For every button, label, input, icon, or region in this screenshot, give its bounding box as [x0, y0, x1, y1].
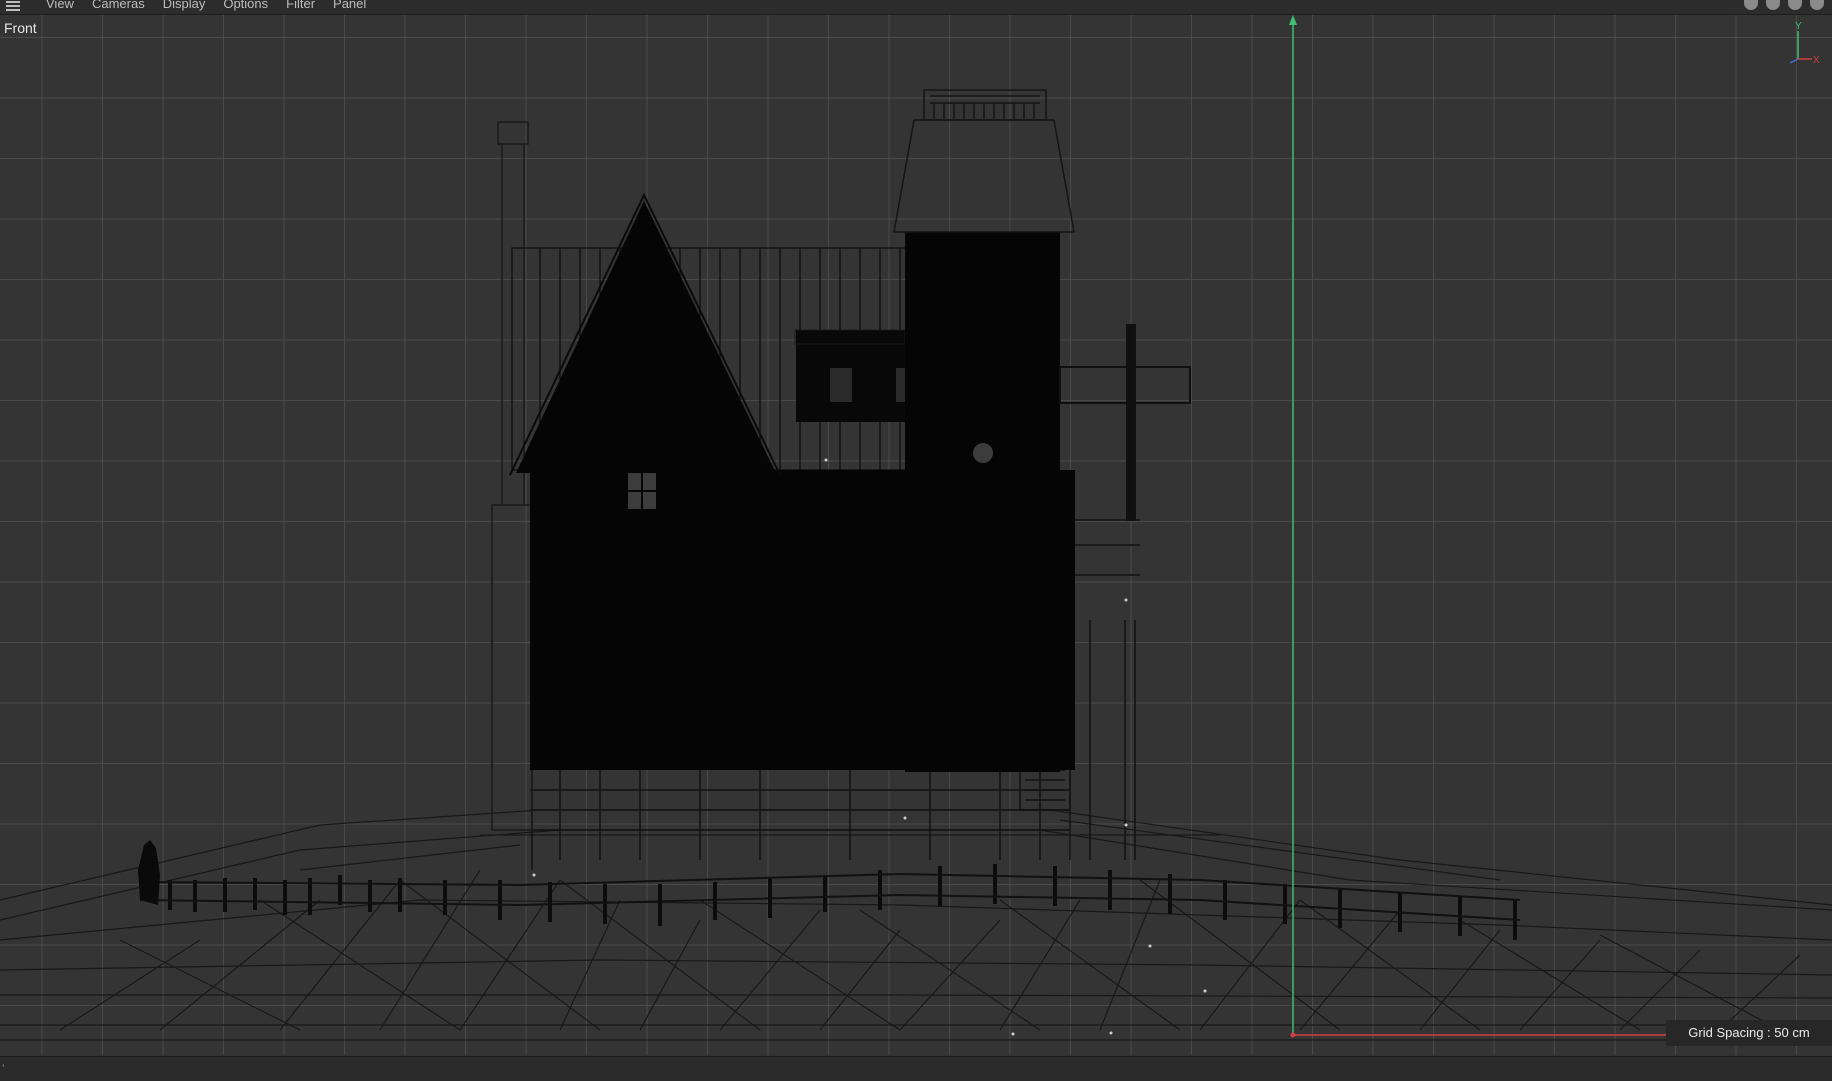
menu-view[interactable]: View: [46, 0, 74, 11]
viewport-menubar: View Cameras Display Options Filter Pane…: [0, 0, 1832, 15]
menu-filter[interactable]: Filter: [286, 0, 315, 11]
menu-panel[interactable]: Panel: [333, 0, 366, 11]
hamburger-menu-icon[interactable]: [4, 0, 24, 14]
grid-spacing-readout: Grid Spacing : 50 cm: [1666, 1020, 1832, 1046]
chimney: [491, 121, 533, 831]
status-bar: ʻ: [0, 1056, 1832, 1081]
terrain-wireframe: [0, 809, 1832, 1041]
dormer: [794, 329, 906, 422]
front-viewport[interactable]: Front Y X Grid Spacing : 50 cm: [0, 15, 1832, 1055]
y-axis-arrow: [1289, 15, 1297, 25]
status-text: ʻ: [2, 1063, 5, 1075]
gizmo-y-label: Y: [1795, 21, 1802, 32]
viewport-nav-icons: [1744, 0, 1824, 10]
record-icon[interactable]: [1788, 0, 1802, 10]
figure-silhouette: [138, 840, 160, 905]
down-arrow-icon[interactable]: [1766, 0, 1780, 10]
tower-roof: [893, 89, 1075, 233]
menu-cameras[interactable]: Cameras: [92, 0, 145, 11]
scene-wireframe: [0, 15, 1832, 1041]
axis-gizmo: Y X: [1789, 21, 1820, 66]
maximize-icon[interactable]: [1810, 0, 1824, 10]
menu-options[interactable]: Options: [223, 0, 268, 11]
view-name-label: Front: [4, 20, 37, 36]
gizmo-x-label: X: [1813, 55, 1820, 66]
fence-rails: [139, 872, 1521, 921]
antenna-pole: [1059, 324, 1191, 521]
move-view-icon[interactable]: [1744, 0, 1758, 10]
menu-display[interactable]: Display: [163, 0, 206, 11]
